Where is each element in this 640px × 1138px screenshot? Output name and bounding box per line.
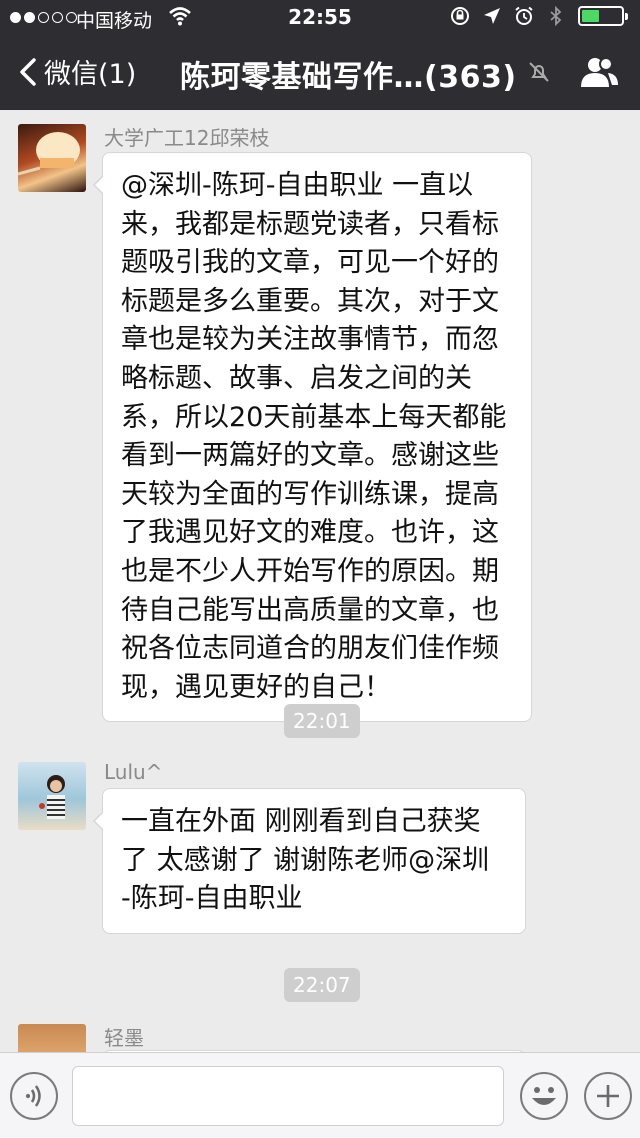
alarm-icon <box>515 6 533 25</box>
message-input[interactable] <box>72 1066 504 1126</box>
message-line: 看到一两篇好的文章。感谢这些 <box>121 440 499 472</box>
plus-icon <box>597 1085 619 1107</box>
back-label: 微信(1) <box>44 59 137 90</box>
message-line: 略标题、故事、启发之间的关 <box>121 362 472 394</box>
voice-button[interactable] <box>10 1072 58 1120</box>
message-bubble[interactable]: 一直在外面 刚刚看到自己获奖 了 太感谢了 谢谢陈老师@深圳 -陈珂-自由职业 <box>93 788 526 934</box>
input-bar <box>0 1052 640 1138</box>
emoji-button[interactable] <box>520 1072 568 1120</box>
status-bar: 中国移动 22:55 <box>0 0 640 36</box>
message-line: 祝各位志同道合的朋友们佳作频 <box>121 633 499 665</box>
message-list[interactable]: 大学广工12邱荣枝 @深圳-陈珂-自由职业 一直以 来，我都是标题党读者，只看标… <box>0 110 640 1052</box>
group-members-icon[interactable] <box>578 54 620 90</box>
message-line: 章也是较为关注故事情节，而忽 <box>121 324 499 356</box>
message-line: 系，所以20天前基本上每天都能 <box>121 401 507 433</box>
message-line: 一直在外面 刚刚看到自己获奖 <box>121 806 481 837</box>
timestamp: 22:01 <box>284 704 360 738</box>
message-line: 现，遇见更好的自己！ <box>121 671 391 703</box>
portrait-photo <box>39 775 65 819</box>
sender-name: Lulu^ <box>104 760 163 784</box>
avatar[interactable] <box>18 1024 86 1052</box>
back-button[interactable]: 微信(1) <box>18 52 136 91</box>
bluetooth-icon <box>550 6 562 26</box>
message-line: 也是不少人开始写作的原因。期 <box>121 555 499 587</box>
timestamp: 22:07 <box>284 968 360 1002</box>
message-line: 待自己能写出高质量的文章，也 <box>121 594 499 626</box>
rotation-lock-icon <box>451 7 469 25</box>
message-line: 了我遇见好文的难度。也许，这 <box>121 517 499 549</box>
avatar[interactable] <box>18 762 86 830</box>
sender-name: 轻墨 <box>104 1026 144 1050</box>
location-icon <box>484 8 500 24</box>
sender-name: 大学广工12邱荣枝 <box>104 126 270 150</box>
mute-icon <box>529 62 549 82</box>
voice-icon <box>26 1085 41 1107</box>
plus-button[interactable] <box>584 1072 632 1120</box>
chat-title: 陈珂零基础写作…(363) <box>180 60 517 95</box>
battery-level-fill <box>582 10 600 22</box>
message-line: 题吸引我的文章，可见一个好的 <box>121 247 499 279</box>
message-line: 来，我都是标题党读者，只看标 <box>121 208 499 240</box>
message-line: @深圳-陈珂-自由职业 一直以 <box>121 170 474 201</box>
chevron-left-icon <box>20 57 36 86</box>
avatar[interactable] <box>18 124 86 192</box>
battery-icon <box>578 6 628 26</box>
sky-lantern-photo <box>18 132 80 176</box>
emoji-icon <box>532 1087 556 1105</box>
message-bubble[interactable]: @深圳-陈珂-自由职业 一直以 来，我都是标题党读者，只看标 题吸引我的文章，可… <box>93 152 532 723</box>
message-line: 了 太感谢了 谢谢陈老师@深圳 <box>121 844 490 876</box>
message-line: 天较为全面的写作训练课，提高 <box>121 478 499 510</box>
message-line: 标题是多么重要。其次，对于文 <box>121 285 499 317</box>
message-line: -陈珂-自由职业 <box>121 883 303 915</box>
nav-bar: 微信(1) 陈珂零基础写作…(363) <box>0 36 640 110</box>
top-bar: 中国移动 22:55 微信(1) 陈珂零基础写作…(363) <box>0 0 640 110</box>
